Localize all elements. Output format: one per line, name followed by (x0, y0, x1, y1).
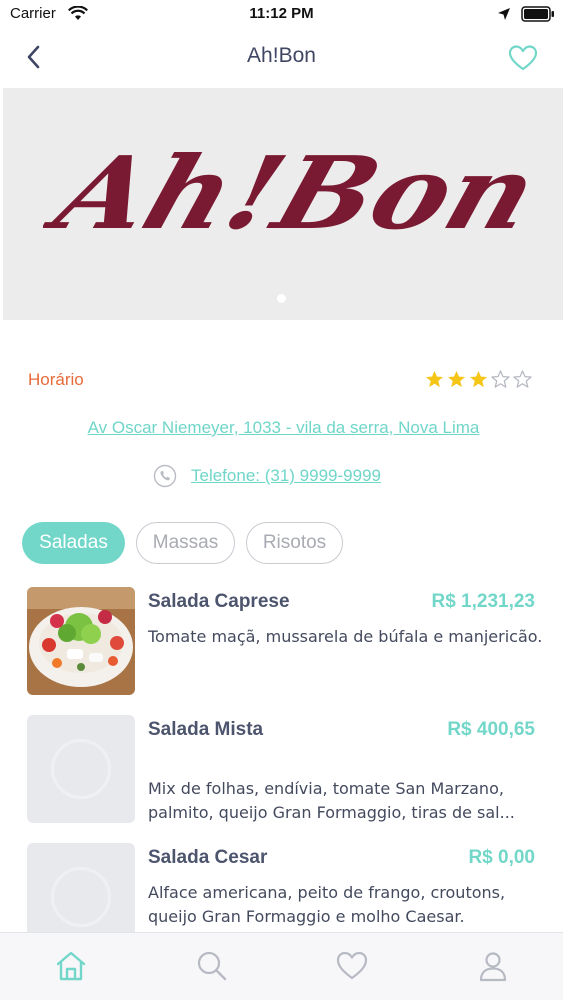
placeholder-ring (51, 867, 111, 927)
item-name: Salada Caprese (148, 591, 290, 612)
tab-risotos[interactable]: Risotos (246, 522, 343, 564)
star-rating (425, 370, 532, 389)
status-bar: Carrier 11:12 PM (0, 0, 563, 30)
phone-icon (153, 464, 177, 488)
item-description: Alface americana, peito de frango, crout… (148, 883, 506, 926)
restaurant-logo: Ah!Bon (43, 135, 533, 248)
item-description: Mix de folhas, endívia, tomate San Marza… (148, 779, 515, 822)
address-link[interactable]: Av Oscar Niemeyer, 1033 - vila da serra,… (0, 418, 563, 438)
item-description: Tomate maçã, mussarela de búfala e manje… (148, 627, 543, 646)
menu-item[interactable]: Salada Mista R$ 400,65 Mix de folhas, en… (0, 715, 563, 825)
hours-link[interactable]: Horário (28, 370, 84, 390)
tab-massas[interactable]: Massas (136, 522, 235, 564)
bottom-tab-bar (0, 932, 563, 1000)
item-price: R$ 1,231,23 (431, 591, 535, 612)
item-price: R$ 0,00 (468, 847, 535, 868)
search-icon[interactable] (195, 949, 229, 983)
battery-icon (521, 6, 554, 22)
menu-item[interactable]: Salada Caprese R$ 1,231,23 Tomate maçã, … (0, 587, 563, 697)
item-image-placeholder (27, 715, 135, 823)
phone-row[interactable]: Telefone: (31) 9999-9999 (153, 464, 381, 488)
page-title: Ah!Bon (247, 44, 316, 67)
nav-bar: Ah!Bon (0, 30, 563, 88)
logo-text: Ah!Bon (43, 135, 533, 248)
item-price: R$ 400,65 (447, 719, 535, 740)
restaurant-banner[interactable]: Ah!Bon (3, 88, 563, 320)
location-arrow-icon (498, 8, 510, 20)
salad-photo (27, 587, 135, 695)
item-name: Salada Cesar (148, 847, 268, 868)
star-empty-icon (491, 370, 510, 388)
item-name: Salada Mista (148, 719, 264, 740)
carousel-dot[interactable] (277, 294, 286, 303)
star-filled-icon (447, 370, 466, 388)
category-tabs: Saladas Massas Risotos (22, 522, 343, 564)
placeholder-ring (51, 739, 111, 799)
profile-icon[interactable] (476, 949, 510, 983)
star-filled-icon (469, 370, 488, 388)
heart-icon[interactable] (335, 949, 369, 983)
phone-link[interactable]: Telefone: (31) 9999-9999 (191, 466, 381, 486)
star-filled-icon (425, 370, 444, 388)
tab-saladas[interactable]: Saladas (22, 522, 125, 564)
star-empty-icon (513, 370, 532, 388)
home-icon[interactable] (54, 949, 88, 983)
clock: 11:12 PM (249, 5, 314, 22)
favorite-heart-icon[interactable] (508, 44, 538, 72)
